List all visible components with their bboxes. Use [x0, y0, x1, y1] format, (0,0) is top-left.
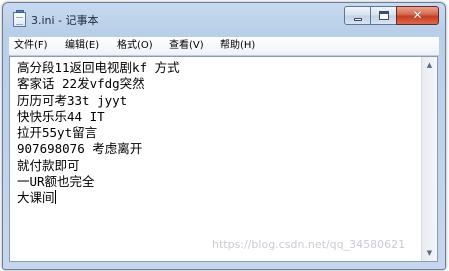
text-line: 客家话 22发vfdg突然 [17, 76, 145, 92]
text-caret [54, 190, 56, 205]
text-line: 历历可考33t jyyt [17, 92, 128, 108]
scroll-up-icon[interactable]: ▲ [422, 57, 437, 73]
text-line: 拉开55yt留言 [17, 125, 98, 141]
close-button[interactable]: ✕ [396, 6, 439, 25]
menu-edit[interactable]: 编辑(E) [65, 39, 99, 53]
menu-file[interactable]: 文件(F) [14, 39, 48, 53]
text-line-last: 大课间 [17, 190, 412, 206]
menu-bar: 文件(F) 编辑(E) 格式(O) 查看(V) 帮助(H) [9, 37, 439, 56]
menu-format[interactable]: 格式(O) [117, 39, 153, 53]
notepad-window: 3.ini - 记事本 ✕ 文件(F) 编辑(E) 格式(O) 查看(V) 帮助… [2, 2, 446, 270]
text-line: 快快乐乐44 IT [17, 108, 105, 124]
text-line: 一UR额也完全 [17, 174, 95, 190]
text-content[interactable]: 高分段11返回电视剧kf 方式 客家话 22发vfdg突然 历历可考33t jy… [17, 60, 412, 207]
text-editor[interactable]: 高分段11返回电视剧kf 方式 客家话 22发vfdg突然 历历可考33t jy… [9, 56, 438, 262]
text-line: 907698076 考虑离开 [17, 141, 143, 157]
menu-view[interactable]: 查看(V) [169, 39, 204, 53]
scroll-down-icon[interactable]: ▼ [422, 245, 437, 261]
text-line: 高分段11返回电视剧kf 方式 [17, 60, 180, 75]
minimize-button[interactable] [344, 6, 371, 25]
vertical-scrollbar[interactable]: ▲ ▼ [421, 57, 437, 261]
menu-help[interactable]: 帮助(H) [220, 39, 255, 53]
close-icon: ✕ [412, 8, 423, 22]
title-bar[interactable]: 3.ini - 记事本 ✕ [3, 3, 445, 33]
maximize-icon [379, 11, 389, 20]
text-line: 就付款即可 [17, 157, 80, 173]
text-line: 大课间 [17, 190, 55, 206]
watermark-text: https://blog.csdn.net/qq_34580621 [212, 238, 406, 251]
notepad-icon[interactable] [13, 10, 26, 27]
maximize-button[interactable] [370, 6, 397, 25]
minimize-icon [354, 18, 362, 21]
window-title: 3.ini - 记事本 [31, 14, 99, 27]
